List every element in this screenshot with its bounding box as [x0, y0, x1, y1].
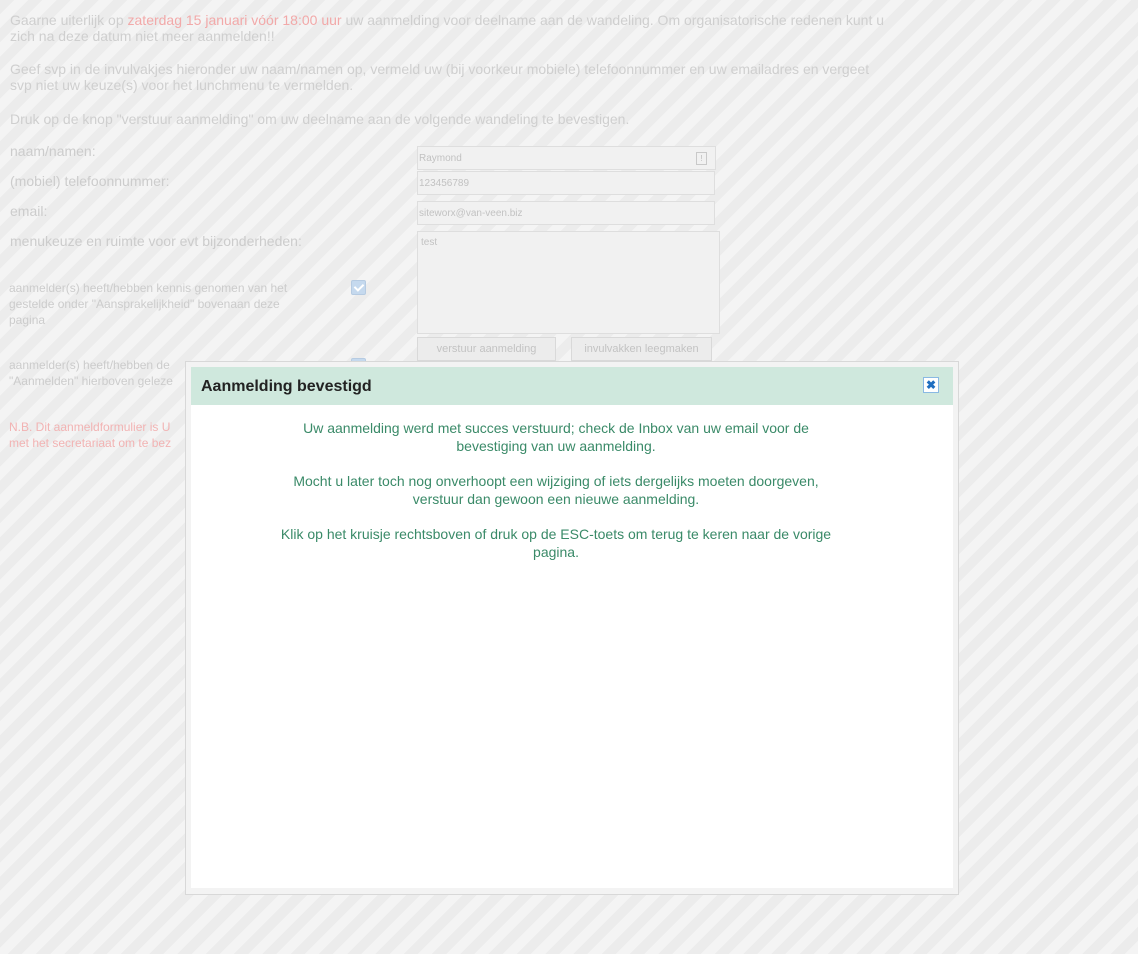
- dialog-message-success: Uw aanmelding werd met succes verstuurd;…: [303, 420, 809, 454]
- name-input-value: Raymond: [419, 153, 462, 164]
- email-label: email:: [10, 203, 48, 219]
- nb-note-line-2: met het secretariaat om te bez: [9, 436, 172, 450]
- name-input[interactable]: Raymond !: [417, 146, 716, 170]
- consent-liability-label: aanmelder(s) heeft/hebben kennis genomen…: [9, 281, 288, 327]
- confirmation-dialog: Aanmelding bevestigd ✖ Uw aanmelding wer…: [191, 367, 953, 888]
- registration-page: Gaarne uiterlijk op zaterdag 15 januari …: [0, 0, 1138, 954]
- dialog-body: Uw aanmelding werd met succes verstuurd;…: [276, 419, 836, 578]
- menu-label: menukeuze en ruimte voor evt bijzonderhe…: [10, 233, 302, 249]
- intro-submit-paragraph: Druk op de knop "verstuur aanmelding" om…: [10, 111, 630, 127]
- consent-liability-checkbox[interactable]: [351, 280, 366, 295]
- email-input[interactable]: siteworx@van-veen.biz: [417, 201, 715, 225]
- dialog-message-changes: Mocht u later toch nog onverhoopt een wi…: [293, 473, 819, 507]
- phone-label: (mobiel) telefoonnummer:: [10, 173, 170, 189]
- contact-card-icon: !: [696, 152, 707, 165]
- intro-instructions-paragraph: Geef svp in de invulvakjes hieronder uw …: [10, 61, 870, 93]
- menu-textarea[interactable]: test: [417, 231, 720, 334]
- submit-registration-button[interactable]: verstuur aanmelding: [417, 337, 556, 361]
- dialog-message-close-hint: Klik op het kruisje rechtsboven of druk …: [280, 526, 832, 560]
- dialog-header: Aanmelding bevestigd ✖: [191, 367, 953, 405]
- intro-deadline-text-before: Gaarne uiterlijk op: [10, 12, 128, 28]
- menu-textarea-value: test: [421, 237, 438, 248]
- nb-note-line-1: N.B. Dit aanmeldformulier is U: [9, 420, 171, 434]
- nb-note: N.B. Dit aanmeldformulier is U met het s…: [9, 419, 171, 451]
- intro-deadline-paragraph: Gaarne uiterlijk op zaterdag 15 januari …: [10, 12, 890, 44]
- dialog-title: Aanmelding bevestigd: [201, 378, 372, 395]
- phone-input-value: 123456789: [419, 178, 470, 189]
- name-label: naam/namen:: [10, 143, 96, 159]
- phone-input[interactable]: 123456789: [417, 171, 715, 195]
- email-input-value: siteworx@van-veen.biz: [419, 208, 523, 219]
- clear-fields-button[interactable]: invulvakken leegmaken: [571, 337, 712, 361]
- deadline-highlight: zaterdag 15 januari vóór 18:00 uur: [127, 12, 342, 28]
- confirmation-modal: Aanmelding bevestigd ✖ Uw aanmelding wer…: [185, 361, 959, 895]
- close-icon[interactable]: ✖: [923, 377, 939, 393]
